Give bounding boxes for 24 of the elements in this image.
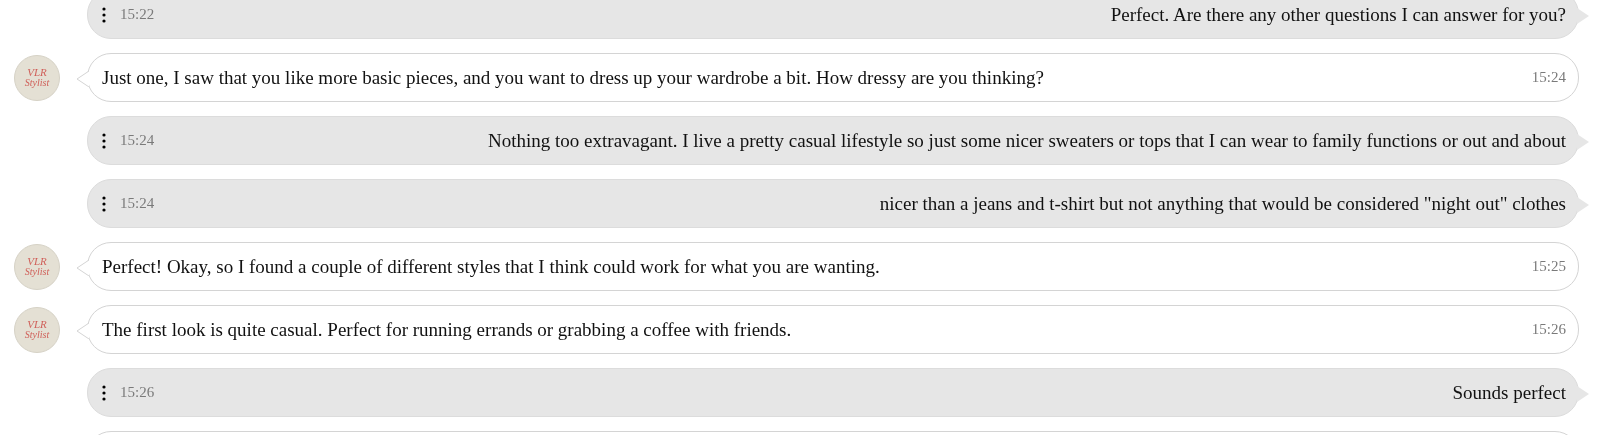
- avatar-text: Stylist: [24, 267, 50, 277]
- message-time: 15:24: [120, 132, 155, 149]
- message-text: Sounds perfect: [1451, 381, 1566, 404]
- message-text: Nothing too extravagant. I live a pretty casual lifestyle so just some nicer sweaters or tops that I can wear to family functions or out and about: [487, 129, 1566, 152]
- avatar-text: Stylist: [24, 78, 50, 88]
- more-options-icon[interactable]: [102, 195, 106, 212]
- message-text: The first look is quite casual. Perfect for running errands or grabbing a coffee with friends.: [102, 318, 793, 341]
- message-text: Perfect. Are there any other questions I can answer for you?: [1109, 3, 1566, 26]
- message-time: 15:22: [120, 6, 155, 23]
- message-time: 15:24: [120, 195, 155, 212]
- avatar-text: Stylist: [24, 330, 50, 340]
- message-time: 15:26: [1531, 321, 1566, 338]
- message-text: Just one, I saw that you like more basic pieces, and you want to dress up your wardrobe a bit. How dressy are you thinking?: [102, 66, 1045, 89]
- message-time: 15:24: [1531, 69, 1566, 86]
- avatar-text: VLR: [27, 319, 47, 330]
- avatar-text: VLR: [27, 67, 47, 78]
- message-time: 15:26: [120, 384, 155, 401]
- message-time: 15:25: [1531, 258, 1566, 275]
- message-text: nicer than a jeans and t-shirt but not anything that would be considered "night out" clothes: [878, 192, 1566, 215]
- more-options-icon[interactable]: [102, 132, 106, 149]
- avatar-text: VLR: [27, 256, 47, 267]
- more-options-icon[interactable]: [102, 384, 106, 401]
- more-options-icon[interactable]: [102, 6, 106, 23]
- message-text: Perfect! Okay, so I found a couple of different styles that I think could work for what you are wanting.: [102, 255, 881, 278]
